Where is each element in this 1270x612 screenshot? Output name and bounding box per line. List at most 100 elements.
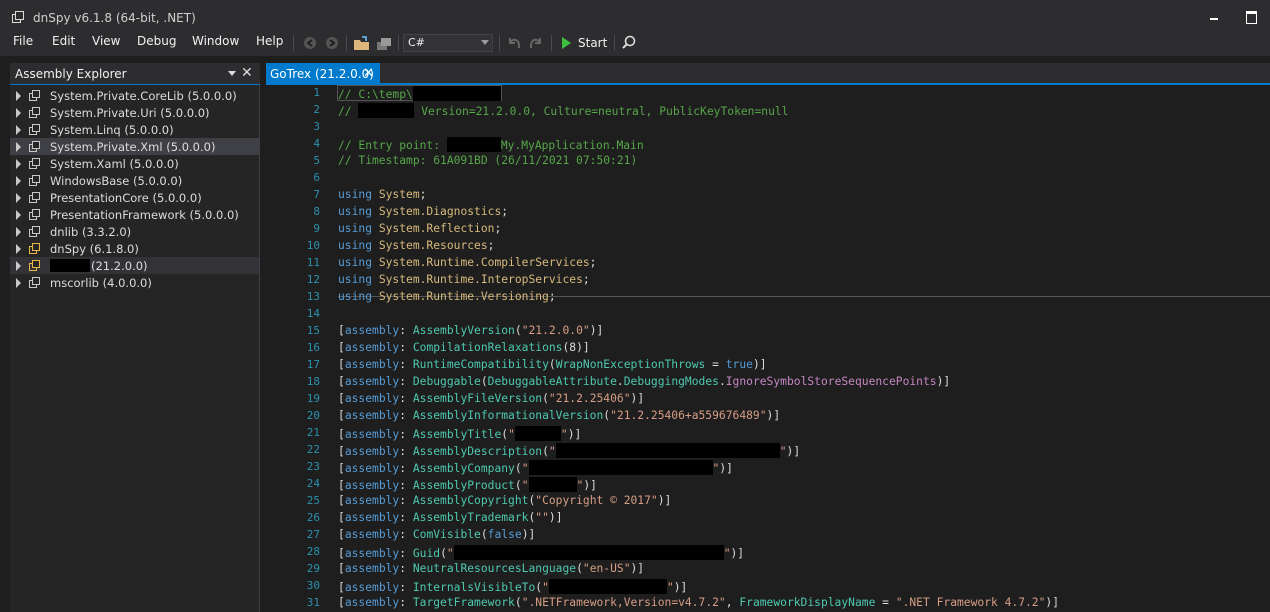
code-punctuation: [ — [338, 479, 345, 492]
line-number: 21 — [306, 426, 320, 439]
expand-arrow-icon[interactable] — [16, 261, 21, 271]
code-line: [assembly: ComVisible(false)] — [338, 528, 535, 541]
code-token: Debuggable — [412, 375, 481, 388]
close-icon[interactable]: ✕ — [241, 65, 253, 81]
tab-gotrex[interactable]: GoTrex (21.2.0.0) ✕ — [266, 63, 380, 85]
code-punctuation: ( — [480, 375, 488, 388]
open-icon[interactable] — [353, 34, 371, 52]
code-punctuation: : — [399, 596, 413, 609]
code-token: DebuggableAttribute — [487, 375, 617, 388]
expand-arrow-icon[interactable] — [16, 227, 21, 237]
code-punctuation: )] — [730, 547, 745, 560]
assembly-name: mscorlib — [50, 276, 99, 290]
code-token: CompilationRelaxations — [412, 341, 563, 354]
tree-item-label: dnSpy (6.1.8.0) — [50, 242, 139, 256]
expand-arrow-icon[interactable] — [16, 91, 21, 101]
code-token: Version=21.2.0.0, Culture=neutral, Publi… — [414, 105, 789, 118]
expand-arrow-icon[interactable] — [16, 125, 21, 135]
tree-item-label: (21.2.0.0) — [50, 259, 148, 273]
code-token: assembly — [344, 375, 400, 388]
expand-arrow-icon[interactable] — [16, 278, 21, 288]
code-punctuation: ; — [582, 273, 590, 286]
code-token: // Entry point: — [338, 139, 447, 152]
code-token: " — [446, 547, 454, 560]
code-token: using — [338, 290, 373, 303]
undo-icon[interactable] — [506, 34, 522, 52]
close-icon[interactable]: ✕ — [363, 66, 374, 81]
line-number: 8 — [313, 205, 320, 218]
redo-icon[interactable] — [528, 34, 544, 52]
tree-item-assembly[interactable]: (21.2.0.0) — [10, 257, 259, 274]
code-punctuation: ; — [548, 290, 556, 303]
assembly-icon — [29, 141, 40, 152]
code-punctuation: )] — [521, 528, 536, 541]
expand-arrow-icon[interactable] — [16, 142, 21, 152]
toolbar-separator — [293, 35, 294, 51]
code-token: AssemblyDescription — [412, 445, 543, 458]
code-token: " — [521, 462, 529, 475]
tree-item-assembly[interactable]: System.Private.CoreLib (5.0.0.0) — [10, 87, 259, 104]
tree-item-assembly[interactable]: PresentationFramework (5.0.0.0) — [10, 206, 259, 223]
menu-window[interactable]: Window — [192, 34, 239, 48]
tree-item-assembly[interactable]: dnSpy (6.1.8.0) — [10, 240, 259, 257]
code-line: [assembly: CompilationRelaxations(8)] — [338, 341, 590, 354]
code-token: "Copyright © 2017" — [535, 494, 658, 507]
code-editor[interactable]: 1 2 3 4 5 6 7 8 9 10 11 12 13 14 15 16 17 18 19 20 21 22 23 24 2… — [266, 85, 1270, 612]
assembly-name: System.Private.Uri — [50, 106, 157, 120]
tree-item-assembly[interactable]: WindowsBase (5.0.0.0) — [10, 172, 259, 189]
open-list-icon[interactable] — [375, 34, 393, 52]
menu-help[interactable]: Help — [256, 34, 283, 48]
code-token: " — [723, 547, 731, 560]
search-icon[interactable] — [621, 34, 637, 52]
menu-edit[interactable]: Edit — [52, 34, 75, 48]
expand-arrow-icon[interactable] — [16, 176, 21, 186]
assembly-name: dnlib — [50, 225, 79, 239]
tree-item-assembly[interactable]: System.Xaml (5.0.0.0) — [10, 155, 259, 172]
tree-item-label: WindowsBase (5.0.0.0) — [50, 174, 182, 188]
assembly-icon — [29, 243, 40, 254]
code-token: // Timestamp: 61A091BD (26/11/2021 07:50… — [338, 154, 638, 167]
expand-arrow-icon[interactable] — [16, 210, 21, 220]
code-line: [assembly: AssemblyVersion("21.2.0.0")] — [338, 324, 603, 337]
menu-debug[interactable]: Debug — [137, 34, 176, 48]
start-button[interactable]: Start — [560, 33, 608, 53]
chevron-down-icon[interactable] — [228, 71, 236, 76]
tree-item-assembly[interactable]: mscorlib (4.0.0.0) — [10, 274, 259, 291]
code-punctuation: [ — [338, 409, 345, 422]
tree-item-assembly[interactable]: System.Private.Uri (5.0.0.0) — [10, 104, 259, 121]
language-value: C# — [408, 36, 425, 49]
code-token: " — [779, 445, 787, 458]
tree-item-label: PresentationFramework (5.0.0.0) — [50, 208, 239, 222]
redacted-block — [528, 477, 577, 492]
line-number: 13 — [306, 290, 320, 303]
start-label: Start — [578, 36, 608, 50]
code-punctuation: [ — [338, 547, 345, 560]
menu-file[interactable]: File — [13, 34, 33, 48]
menu-view[interactable]: View — [92, 34, 120, 48]
forward-icon[interactable] — [324, 34, 340, 52]
language-select[interactable]: C# — [403, 34, 493, 52]
assembly-name: dnSpy — [50, 242, 86, 256]
code-line: [assembly: AssemblyCompany(" ")] — [338, 460, 733, 475]
back-icon[interactable] — [302, 34, 318, 52]
tree-item-assembly[interactable]: PresentationCore (5.0.0.0) — [10, 189, 259, 206]
code-token: using — [338, 188, 373, 201]
expand-arrow-icon[interactable] — [16, 193, 21, 203]
assembly-icon — [29, 277, 40, 288]
maximize-icon[interactable] — [1242, 8, 1258, 24]
expand-arrow-icon[interactable] — [16, 108, 21, 118]
code-token: System.Runtime.Versioning — [378, 290, 549, 303]
expand-arrow-icon[interactable] — [16, 244, 21, 254]
line-number: 30 — [306, 579, 320, 592]
minimize-icon[interactable] — [1206, 8, 1222, 24]
tree-item-assembly[interactable]: dnlib (3.3.2.0) — [10, 223, 259, 240]
expand-arrow-icon[interactable] — [16, 159, 21, 169]
code-line: using System.Diagnostics; — [338, 205, 508, 218]
line-number: 11 — [306, 256, 320, 269]
code-punctuation — [372, 256, 379, 269]
tree-item-assembly[interactable]: System.Private.Xml (5.0.0.0) — [10, 138, 259, 155]
assembly-icon — [29, 192, 40, 203]
code-punctuation: : — [399, 358, 413, 371]
code-token: System.Runtime.InteropServices — [378, 273, 583, 286]
tree-item-assembly[interactable]: System.Linq (5.0.0.0) — [10, 121, 259, 138]
